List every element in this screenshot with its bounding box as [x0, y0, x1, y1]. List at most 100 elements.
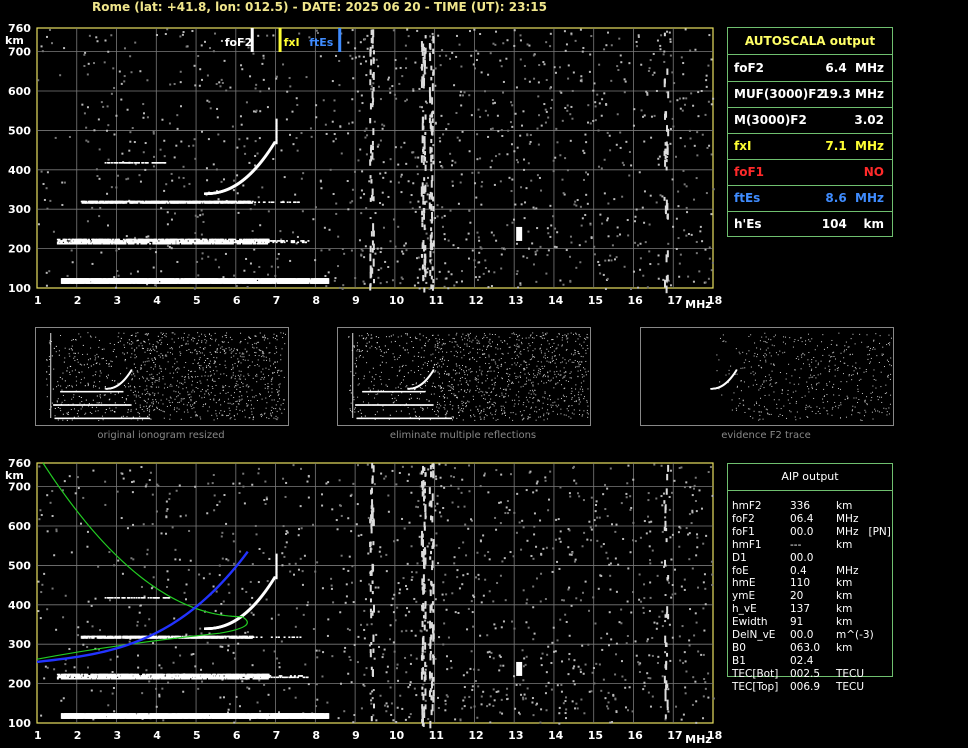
autoscala-panel: AUTOSCALA output foF2 6.4 MHz MUF(3000)F2 1… — [727, 27, 893, 237]
autoscala-row: foF2 6.4 MHz — [728, 55, 892, 82]
thumb-caption: original ionogram resized — [97, 430, 225, 441]
aip-key: ymE — [732, 590, 756, 603]
aip-value: 91 — [790, 616, 804, 629]
aip-key: Ewidth — [732, 616, 768, 629]
x-tick-label: 17 — [667, 294, 682, 307]
x-tick-label: 8 — [312, 729, 320, 742]
aip-unit: TECU — [836, 680, 865, 693]
aip-value: --- — [790, 538, 802, 551]
autoscala-value: 6.4 MHz — [825, 61, 884, 75]
x-tick-label: 6 — [233, 729, 241, 742]
aip-unit: km — [836, 577, 853, 590]
x-unit-label: MHz — [685, 733, 712, 746]
x-tick-label: 10 — [389, 729, 405, 742]
x-tick-label: 15 — [588, 294, 603, 307]
y-tick-label: 500 — [8, 124, 31, 137]
aip-key: DelN_vE — [732, 629, 776, 641]
autoscala-value: NO — [863, 165, 884, 179]
autoscala-key: h'Es — [734, 217, 762, 231]
aip-value: 00.0 — [790, 525, 814, 538]
aip-key: TEC[Top] — [732, 680, 779, 693]
x-tick-label: 7 — [273, 729, 281, 742]
aip-key: foE — [732, 564, 749, 577]
x-tick-label: 14 — [548, 729, 564, 742]
x-tick-label: 1 — [34, 729, 42, 742]
y-tick-label: 600 — [8, 85, 31, 98]
autoscala-key: MUF(3000)F2 — [734, 87, 825, 101]
x-tick-label: 10 — [389, 294, 405, 307]
y-tick-label: 400 — [8, 164, 31, 177]
aip-key: TEC[Bot] — [732, 667, 779, 680]
x-tick-label: 11 — [429, 729, 444, 742]
aip-key: h_vE — [732, 603, 757, 616]
aip-value: 02.4 — [790, 654, 814, 667]
aip-value: 00.0 — [790, 629, 814, 641]
y-tick-label: 300 — [8, 638, 31, 651]
autoscala-value: 8.6 MHz — [825, 191, 884, 205]
aip-unit: km — [836, 603, 853, 616]
aip-unit: km — [836, 616, 853, 629]
thumb-caption: evidence F2 trace — [721, 430, 811, 441]
x-tick-label: 8 — [312, 294, 320, 307]
autoscala-value: 3.02 — [854, 113, 884, 127]
aip-unit: km — [836, 641, 853, 654]
x-tick-label: 4 — [153, 294, 161, 307]
x-tick-label: 1 — [34, 294, 42, 307]
thumb-caption: eliminate multiple reflections — [389, 430, 537, 441]
aip-value: 006.9 — [790, 680, 821, 693]
aip-unit: km — [836, 500, 853, 512]
x-tick-label: 12 — [468, 729, 483, 742]
y-tick-label: 100 — [8, 717, 31, 730]
y-tick-label: 300 — [8, 203, 31, 216]
aip-unit: MHz [PN] — [836, 525, 891, 538]
autoscala-key: foF2 — [734, 61, 765, 75]
aip-value: 063.0 — [790, 641, 821, 654]
x-unit-label: MHz — [685, 298, 712, 310]
aip-value: 0.4 — [790, 564, 807, 577]
autoscala-key: fxI — [734, 139, 752, 153]
station-title: Rome (lat: +41.8, lon: 012.5) - DATE: 20… — [92, 0, 547, 14]
aip-value: 20 — [790, 590, 804, 603]
thumb-trace — [46, 332, 286, 421]
aip-key: hmF1 — [732, 538, 762, 551]
x-tick-label: 15 — [588, 729, 603, 742]
autoscala-row: foF1 NO — [728, 159, 892, 186]
aip-key: D1 — [732, 551, 747, 564]
aip-value: 002.5 — [790, 667, 821, 680]
x-tick-label: 3 — [114, 294, 122, 307]
x-tick-label: 11 — [429, 294, 444, 307]
top-ionogram: 760700600500400300200100km1 2 3 4 5 6 7 8 9 10 11 1… — [5, 22, 722, 310]
x-tick-label: 6 — [233, 294, 241, 307]
aip-value: 137 — [790, 603, 811, 616]
aip-key: B0 — [732, 641, 746, 654]
x-tick-label: 7 — [273, 294, 281, 307]
x-tick-label: 3 — [114, 729, 122, 742]
thumb-evidence — [640, 327, 894, 426]
x-tick-label: 13 — [508, 729, 523, 742]
bottom-ionogram: 760700600500400300200100km1 2 3 4 5 6 7 8 9 10 11 1… — [5, 457, 722, 746]
aip-key: B1 — [732, 654, 746, 667]
y-tick-label: 200 — [8, 678, 31, 691]
autoscala-key: foF1 — [734, 165, 765, 179]
svg-text:ftEs: ftEs — [309, 36, 334, 49]
autoscala-row: ftEs 8.6 MHz — [728, 185, 892, 212]
svg-text:fxI: fxI — [284, 36, 300, 49]
svg-text:foF2: foF2 — [225, 36, 253, 49]
x-tick-label: 5 — [193, 294, 201, 307]
thumb-trace — [348, 332, 589, 421]
aip-key: hmF2 — [732, 500, 762, 512]
aip-value: 336 — [790, 500, 811, 512]
y-unit-label: km — [5, 34, 24, 47]
y-unit-label: km — [5, 469, 24, 482]
aip-value: 00.0 — [790, 551, 814, 564]
aip-unit: m^(-3) — [836, 629, 874, 641]
x-tick-label: 14 — [548, 294, 564, 307]
y-tick-label: 200 — [8, 243, 31, 256]
aip-key: hmE — [732, 577, 756, 590]
x-tick-label: 9 — [352, 294, 360, 307]
y-tick-label: 700 — [8, 46, 31, 59]
thumb-eliminate — [337, 327, 591, 426]
x-tick-label: 17 — [667, 729, 682, 742]
aip-unit: TECU — [836, 667, 865, 680]
x-tick-label: 16 — [627, 294, 643, 307]
